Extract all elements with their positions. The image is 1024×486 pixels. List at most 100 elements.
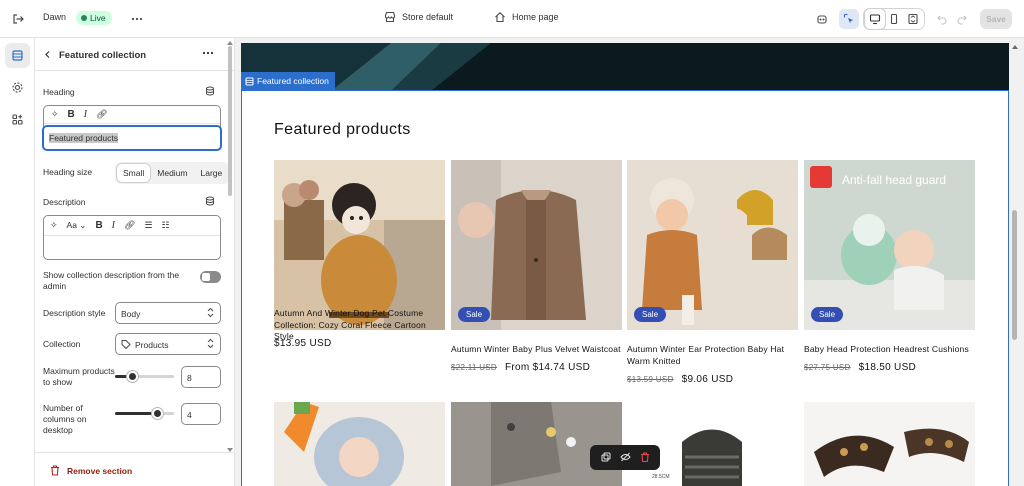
columns-slider-fill bbox=[115, 412, 157, 415]
exit-icon[interactable] bbox=[8, 9, 28, 29]
scroll-up-icon[interactable] bbox=[226, 38, 234, 48]
collection-tag-icon bbox=[121, 339, 131, 351]
store-icon bbox=[384, 11, 396, 23]
sale-badge: Sale bbox=[634, 307, 667, 322]
duplicate-icon[interactable] bbox=[601, 452, 611, 464]
size-option-small[interactable]: Small bbox=[117, 164, 151, 182]
settings-panel: Featured collection Heading ✧ B I 🔗︎ Fea… bbox=[35, 38, 235, 486]
price-value: $9.06 USD bbox=[681, 374, 734, 385]
apps-icon[interactable] bbox=[5, 107, 30, 132]
heading-input[interactable]: Featured products bbox=[42, 125, 222, 151]
store-label: Store default bbox=[402, 12, 454, 22]
max-products-slider-handle[interactable] bbox=[127, 371, 138, 382]
trash-icon bbox=[50, 465, 60, 478]
link-icon[interactable]: 🔗︎ bbox=[96, 109, 107, 120]
undo-icon[interactable] bbox=[932, 9, 952, 29]
store-preview: Featured collection Featured products Au… bbox=[241, 43, 1009, 486]
product-price: $13.59 USD $9.06 USD bbox=[627, 374, 733, 385]
product-image[interactable] bbox=[804, 402, 975, 486]
show-description-toggle[interactable] bbox=[200, 271, 221, 283]
bold-icon[interactable]: B bbox=[95, 220, 102, 231]
numbered-list-icon[interactable]: ☷ bbox=[162, 220, 170, 231]
text-style-icon[interactable]: Aa ⌄ bbox=[67, 220, 87, 231]
columns-slider-handle[interactable] bbox=[152, 408, 163, 419]
remove-section-button[interactable]: Remove section bbox=[67, 466, 132, 476]
home-icon bbox=[495, 12, 505, 23]
scroll-down-icon[interactable] bbox=[226, 445, 234, 455]
description-dynamic-source-icon[interactable] bbox=[205, 196, 215, 208]
store-selector[interactable]: Store default bbox=[384, 11, 453, 23]
block-action-bar bbox=[590, 445, 660, 470]
panel-more-icon[interactable] bbox=[202, 48, 214, 60]
italic-icon[interactable]: I bbox=[84, 109, 87, 120]
max-products-label: Maximum products to show bbox=[43, 366, 115, 387]
image-overlay-text: Anti-fall head guard bbox=[842, 173, 947, 187]
desktop-icon[interactable] bbox=[865, 9, 885, 29]
max-products-input[interactable]: 8 bbox=[181, 366, 221, 388]
section-tag[interactable]: Featured collection bbox=[241, 72, 335, 90]
live-badge: Live bbox=[76, 11, 112, 25]
size-option-medium[interactable]: Medium bbox=[151, 164, 193, 182]
columns-label: Number of columns on desktop bbox=[43, 403, 87, 435]
ai-sparkle-icon[interactable]: ✧ bbox=[51, 109, 59, 120]
page-selector[interactable]: Home page bbox=[494, 11, 559, 23]
inspector-icon[interactable] bbox=[839, 9, 859, 29]
bold-icon[interactable]: B bbox=[68, 109, 75, 120]
dynamic-source-icon[interactable] bbox=[205, 86, 215, 98]
collection-value: Products bbox=[135, 340, 169, 350]
product-image[interactable]: Sale bbox=[451, 160, 622, 330]
product-image[interactable] bbox=[274, 402, 445, 486]
image-overlay-text: 28.5CM bbox=[652, 474, 670, 480]
hide-icon[interactable] bbox=[619, 452, 631, 464]
theme-settings-icon[interactable] bbox=[5, 75, 30, 100]
live-dot-icon bbox=[81, 15, 87, 21]
compare-price: $22.11 USD bbox=[451, 363, 497, 372]
italic-icon[interactable]: I bbox=[112, 220, 115, 231]
delete-icon[interactable] bbox=[640, 451, 650, 464]
description-style-select[interactable]: Body bbox=[115, 302, 221, 324]
product-image[interactable]: 28.5CM bbox=[627, 402, 798, 486]
sections-icon[interactable] bbox=[5, 43, 30, 68]
redo-icon[interactable] bbox=[952, 9, 972, 29]
product-title[interactable]: Autumn Winter Baby Plus Velvet Waistcoat bbox=[451, 344, 622, 356]
panel-scrollbar[interactable] bbox=[228, 46, 232, 196]
panel-title: Featured collection bbox=[59, 50, 147, 61]
description-editor[interactable]: ✧ Aa ⌄ B I 🔗︎ ☰ ☷ bbox=[43, 215, 221, 260]
select-chevron-icon bbox=[207, 338, 214, 351]
mobile-icon[interactable] bbox=[884, 9, 904, 29]
description-style-label: Description style bbox=[43, 308, 106, 318]
fullscreen-icon[interactable] bbox=[903, 9, 923, 29]
product-image[interactable] bbox=[451, 402, 622, 486]
more-options-icon[interactable] bbox=[127, 9, 147, 29]
banner-image bbox=[241, 43, 1009, 91]
compare-price: $13.59 USD bbox=[627, 375, 674, 384]
save-button[interactable]: Save bbox=[980, 9, 1012, 29]
product-image[interactable]: Anti-fall head guard Sale bbox=[804, 160, 975, 330]
description-style-value: Body bbox=[121, 309, 141, 319]
customer-view-icon[interactable] bbox=[812, 9, 832, 29]
compare-price: $27.75 USD bbox=[804, 363, 851, 372]
product-price: $22.11 USD From $14.74 USD bbox=[451, 362, 590, 373]
section-heading: Featured products bbox=[274, 121, 411, 138]
preview-scrollbar[interactable] bbox=[1012, 210, 1017, 340]
max-products-slider-track[interactable] bbox=[132, 375, 174, 378]
bullet-list-icon[interactable]: ☰ bbox=[144, 220, 152, 231]
price-value: From $14.74 USD bbox=[505, 362, 591, 373]
link-icon[interactable]: 🔗︎ bbox=[124, 220, 135, 231]
ai-sparkle-icon[interactable]: ✧ bbox=[50, 220, 58, 231]
collection-select[interactable]: Products bbox=[115, 333, 221, 355]
size-option-large[interactable]: Large bbox=[195, 164, 229, 182]
product-image[interactable]: Sale bbox=[627, 160, 798, 330]
product-image[interactable] bbox=[274, 160, 445, 330]
product-price: $13.95 USD bbox=[274, 338, 331, 349]
columns-input[interactable]: 4 bbox=[181, 403, 221, 425]
panel-footer bbox=[35, 452, 234, 486]
max-products-value: 8 bbox=[187, 373, 192, 383]
product-title[interactable]: Autumn Winter Ear Protection Baby Hat Wa… bbox=[627, 344, 798, 367]
product-title[interactable]: Baby Head Protection Headrest Cushions bbox=[804, 344, 975, 356]
price-value: $13.95 USD bbox=[274, 338, 332, 349]
price-value: $18.50 USD bbox=[858, 362, 917, 373]
back-arrow-icon[interactable] bbox=[43, 50, 52, 61]
sale-badge: Sale bbox=[811, 307, 844, 322]
preview-scroll-up-icon[interactable] bbox=[1011, 42, 1019, 52]
